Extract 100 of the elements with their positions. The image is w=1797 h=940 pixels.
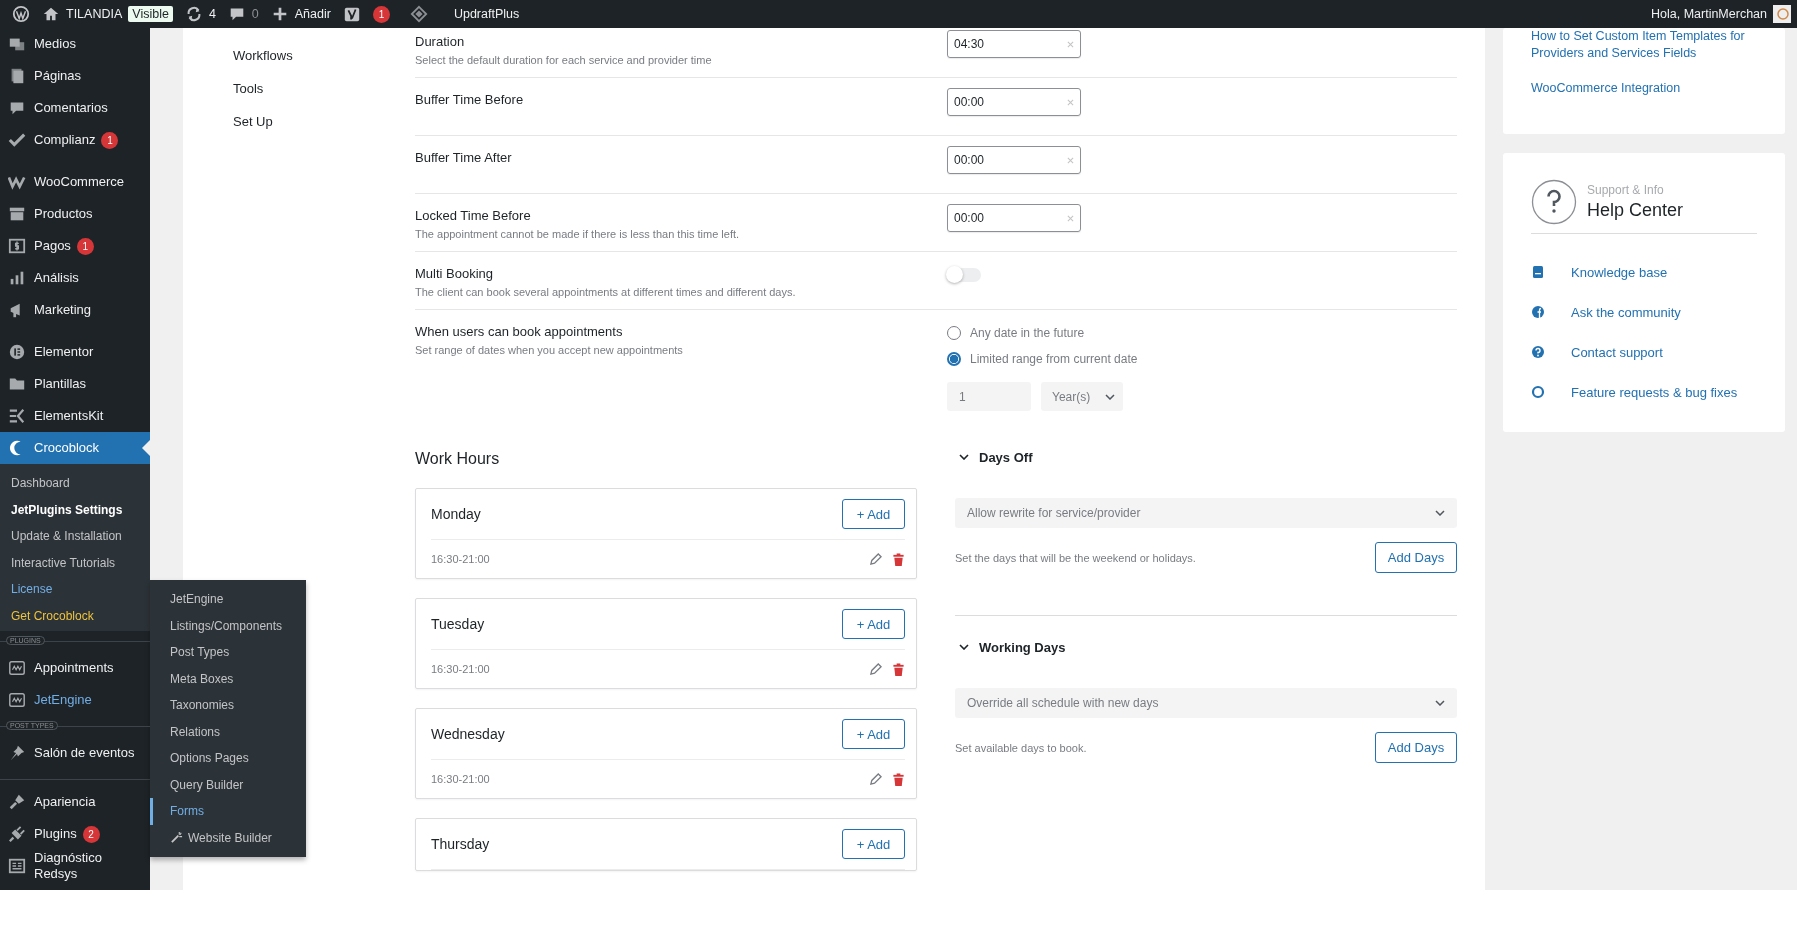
settings-tab[interactable]: Tools [233, 81, 366, 96]
home-icon[interactable] [42, 5, 60, 23]
flyout-item[interactable]: JetEngine [150, 586, 306, 613]
add-button[interactable]: + Add [842, 609, 905, 639]
day-name: Tuesday [431, 616, 485, 632]
submenu-item[interactable]: License [0, 576, 150, 603]
menu-item[interactable]: ElementsKit [0, 400, 150, 432]
flyout-item[interactable]: Post Types [150, 639, 306, 666]
new-menu[interactable]: Añadir [294, 7, 331, 21]
time-field[interactable]: 04:30 [947, 30, 1081, 58]
unit-dropdown[interactable]: Year(s) [1041, 382, 1123, 411]
flyout-item[interactable]: Query Builder [150, 771, 306, 798]
setting-label: Multi Booking [415, 266, 495, 281]
menu-item[interactable]: JetEngine [0, 684, 150, 716]
site-name[interactable]: TILANDIA [66, 7, 123, 21]
section-toggle[interactable]: Working Days [955, 634, 1457, 660]
question-icon [1531, 179, 1577, 225]
amount-field[interactable]: 1 [947, 382, 1031, 411]
doc-link[interactable]: WooCommerce Integration [1531, 79, 1765, 97]
time-slot: 16:30-21:00 [431, 663, 859, 675]
menu-item[interactable]: Diagnóstico Redsys [0, 850, 150, 882]
menu-item[interactable]: Análisis [0, 262, 150, 294]
menu-item[interactable]: Salón de eventos [0, 737, 150, 769]
flyout-item[interactable]: Listings/Components [150, 612, 306, 639]
setting-label: Buffer Time After [415, 150, 513, 165]
avatar[interactable] [1773, 5, 1791, 23]
time-field[interactable]: 00:00 [947, 146, 1081, 174]
menu-item[interactable]: Pagos 1 [0, 230, 150, 262]
table-icon [8, 857, 26, 875]
menu-item[interactable]: Complianz 1 [0, 124, 150, 156]
help-link[interactable]: Feature requests & bug fixes [1571, 384, 1738, 400]
add-button[interactable]: + Add [842, 499, 905, 529]
chevron-icon [959, 644, 969, 650]
flyout-item[interactable]: Options Pages [150, 745, 306, 772]
menu-item[interactable]: Marketing [0, 294, 150, 326]
add-button[interactable]: + Add [842, 719, 905, 749]
flyout-item[interactable]: Website Builder [150, 824, 306, 851]
diamond-icon[interactable] [409, 5, 428, 23]
menu-item[interactable]: Plantillas [0, 368, 150, 400]
chevron-icon [1435, 510, 1445, 516]
menu-item[interactable]: Comentarios [0, 92, 150, 124]
flyout-item[interactable]: Taxonomies [150, 692, 306, 719]
time-field[interactable]: 00:00 [947, 204, 1081, 232]
pencil-icon[interactable] [869, 662, 882, 676]
flyout-item[interactable]: Relations [150, 718, 306, 745]
doc-link[interactable]: How to Set Custom Item Templates for Providers and Services Fields [1531, 28, 1765, 62]
settings-tab[interactable]: Workflows [233, 48, 366, 63]
setting-label: Locked Time Before [415, 208, 532, 223]
trash-icon[interactable] [892, 662, 905, 676]
logo-icon[interactable] [12, 5, 30, 23]
brush-icon [8, 793, 26, 811]
dropdown[interactable]: Allow rewrite for service/provider [955, 498, 1457, 528]
updates-count[interactable]: 4 [208, 7, 216, 21]
help-link[interactable]: Knowledge base [1571, 264, 1668, 280]
dropdown[interactable]: Override all schedule with new days [955, 688, 1457, 718]
check-icon [8, 131, 26, 149]
help-link[interactable]: Ask the community [1571, 304, 1681, 320]
radio-button[interactable] [947, 352, 961, 366]
setting-label: When users can book appointments [415, 324, 624, 339]
card-eyebrow: Support & Info [1587, 183, 1665, 197]
plugin-logo-icon[interactable] [342, 5, 361, 23]
menu-item[interactable]: Páginas [0, 60, 150, 92]
menu-item[interactable]: Productos [0, 198, 150, 230]
add-button[interactable]: + Add [842, 829, 905, 859]
trash-icon[interactable] [892, 772, 905, 786]
disc-icon [8, 343, 26, 361]
help-link[interactable]: Contact support [1571, 344, 1663, 360]
radio-option[interactable]: Any date in the future [947, 326, 1138, 340]
submenu-item[interactable]: JetPlugins Settings [0, 496, 150, 523]
menu-item[interactable]: Crocoblock [0, 432, 150, 464]
day-name: Monday [431, 506, 481, 522]
comments-count[interactable]: 0 [251, 7, 259, 21]
pencil-icon[interactable] [869, 772, 882, 786]
add-days-button[interactable]: Add Days [1375, 732, 1457, 763]
circle-icon [1531, 305, 1545, 319]
menu-item[interactable]: WooCommerce [0, 166, 150, 198]
menu-item[interactable]: Appointments [0, 652, 150, 684]
backup-menu[interactable]: UpdraftPlus [453, 7, 520, 21]
submenu-item[interactable]: Interactive Tutorials [0, 549, 150, 576]
submenu-item[interactable]: Update & Installation [0, 523, 150, 550]
trash-icon[interactable] [892, 552, 905, 566]
pencil-icon[interactable] [869, 552, 882, 566]
flyout-item[interactable]: Meta Boxes [150, 665, 306, 692]
section-toggle[interactable]: Days Off [955, 444, 1457, 470]
greeting[interactable]: Hola, MartinMerchan [1651, 7, 1767, 21]
bars-icon [8, 407, 26, 425]
add-days-button[interactable]: Add Days [1375, 542, 1457, 573]
menu-item[interactable]: Plugins 2 [0, 818, 150, 850]
count-badge: 1 [76, 237, 94, 255]
submenu-item[interactable]: Dashboard [0, 470, 150, 497]
submenu-item[interactable]: Get Crocoblock [0, 602, 150, 629]
toggle-switch[interactable] [947, 268, 981, 282]
setting-description: Select the default duration for each service and provider time [415, 54, 713, 66]
settings-tab[interactable]: Set Up [233, 114, 366, 129]
radio-option[interactable]: Limited range from current date [947, 352, 1138, 366]
menu-item[interactable]: Elementor [0, 336, 150, 368]
menu-item[interactable]: Medios [0, 28, 150, 60]
chevron-icon [1435, 700, 1445, 706]
menu-item[interactable]: Apariencia [0, 786, 150, 818]
time-field[interactable]: 00:00 [947, 88, 1081, 116]
